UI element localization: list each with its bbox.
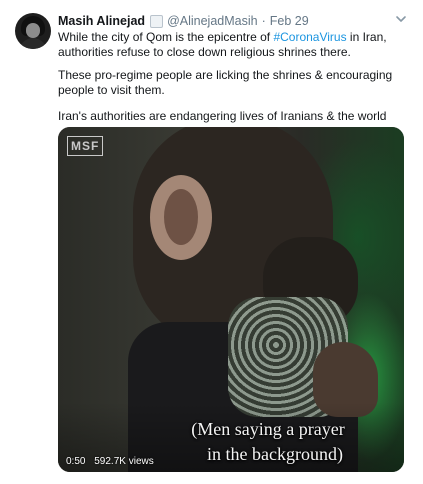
video-caption-line-2: in the background) xyxy=(207,444,343,464)
display-name[interactable]: Masih Alinejad xyxy=(58,14,145,28)
tweet-header: Masih Alinejad @AlinejadMasih · Feb 29 xyxy=(58,12,309,30)
hashtag-link[interactable]: #CoronaVirus xyxy=(273,30,346,44)
video-source-logo: MSF xyxy=(67,136,104,156)
video-caption-line-1: (Men saying a prayer xyxy=(191,419,345,439)
tweet-card: Masih Alinejad @AlinejadMasih · Feb 29 W… xyxy=(0,0,423,484)
video-duration: 0:50 xyxy=(66,456,86,467)
video-stats: 0:50 592.7K views xyxy=(66,456,154,467)
avatar[interactable] xyxy=(15,13,51,49)
user-handle[interactable]: @AlinejadMasih xyxy=(167,14,258,28)
video-player[interactable]: MSF (Men saying a prayer in the backgrou… xyxy=(58,127,404,472)
tweet-paragraph-1: While the city of Qom is the epicentre o… xyxy=(58,30,387,59)
tweet-paragraph-3: Iran's authorities are endangering lives… xyxy=(58,109,387,123)
chevron-down-icon[interactable] xyxy=(394,12,408,26)
separator-dot: · xyxy=(261,14,266,28)
tweet-paragraph-2: These pro-regime people are licking the … xyxy=(58,68,393,97)
view-count: 592.7K views xyxy=(94,456,154,467)
verified-badge-icon xyxy=(150,14,164,28)
tweet-date[interactable]: Feb 29 xyxy=(270,14,309,28)
